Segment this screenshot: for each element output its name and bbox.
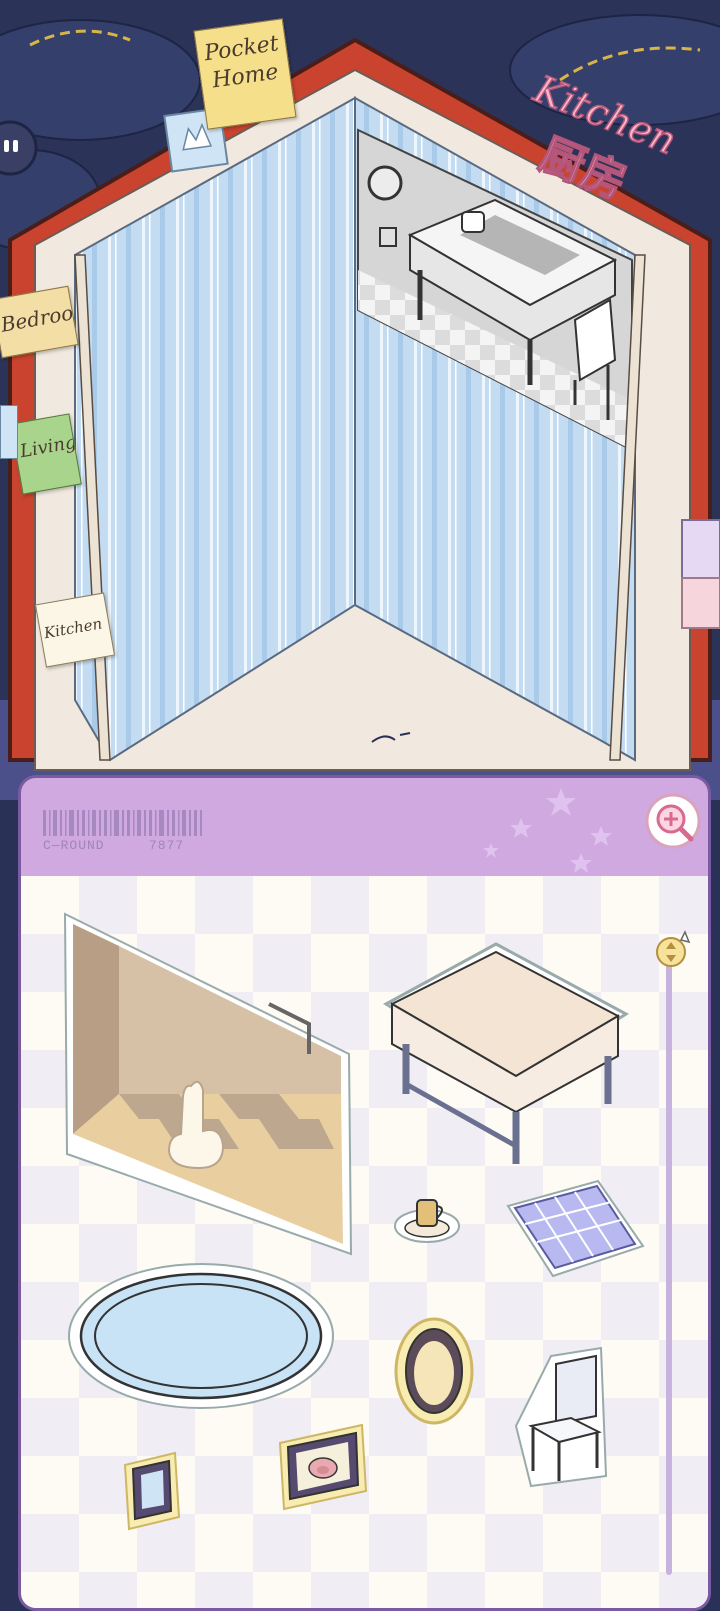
scroll-track — [666, 955, 672, 1575]
tab-living-edge — [0, 405, 18, 459]
mug-sticker[interactable] — [391, 1186, 463, 1246]
placemat-sticker[interactable] — [503, 1176, 648, 1286]
barcode-graphic — [43, 810, 202, 836]
sticker-grid — [21, 876, 708, 1608]
tab-bedroom-label: Bedroo — [0, 300, 75, 337]
round-label: C—ROUND — [43, 838, 105, 853]
tab-living-label: Living — [18, 431, 78, 463]
table-sticker[interactable] — [376, 934, 636, 1174]
small-frame-sticker[interactable] — [121, 1451, 183, 1531]
sticker-panel: C—ROUND 7877 — [18, 775, 711, 1611]
pig-frame-sticker[interactable] — [276, 1421, 371, 1513]
sticker-scrollbar[interactable] — [664, 955, 674, 1575]
scroll-handle[interactable] — [655, 930, 695, 972]
zoom-in-button[interactable] — [645, 793, 705, 853]
chair-sticker[interactable] — [511, 1346, 611, 1491]
tab-living[interactable]: Living — [10, 413, 82, 495]
pocket-home-text: Pocket Home — [202, 31, 281, 94]
pocket-home-label: Pocket Home — [193, 18, 297, 130]
tab-kitchen[interactable]: Kitchen — [34, 592, 116, 668]
round-number: 7877 — [149, 838, 185, 853]
mirror-sticker[interactable] — [394, 1316, 474, 1426]
hand-pointer-icon — [167, 1080, 225, 1170]
star-decoration — [483, 788, 612, 873]
panel-header: C—ROUND 7877 — [21, 778, 708, 876]
tab-kitchen-label: Kitchen — [42, 614, 104, 643]
round-rug-sticker[interactable] — [66, 1261, 336, 1411]
